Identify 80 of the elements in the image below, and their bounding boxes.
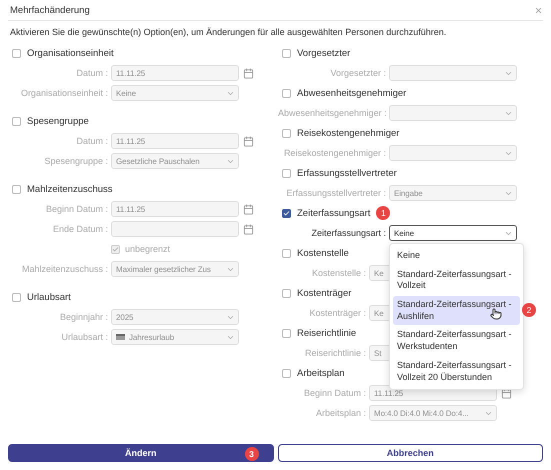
section-title: Vorgesetzter <box>297 48 350 58</box>
calendar-icon[interactable] <box>243 68 254 78</box>
section-title: Reisekostengenehmiger <box>297 128 400 138</box>
step-badge: 1 <box>376 206 390 220</box>
step-badge: 3 <box>244 447 258 461</box>
field-label: Vorgesetzter : <box>329 68 386 78</box>
field-label: Arbeitsplan : <box>314 408 366 418</box>
section-title: Reiserichtlinie <box>297 328 356 338</box>
section-title: Mahlzeitenzuschuss <box>27 184 113 194</box>
checkbox-label: unbegrenzt <box>125 244 170 254</box>
date-field[interactable]: 11.11.25 <box>111 133 239 149</box>
calendar-icon[interactable] <box>243 136 254 146</box>
field-label: Reiserichtlinie : <box>304 348 366 358</box>
submit-button[interactable]: Ändern 3 <box>8 444 274 462</box>
section-title: Kostenstelle <box>297 248 349 258</box>
intro-text: Aktivieren Sie die gewünschte(n) Option(en), um Änderungen für alle ausgewählten Personen durchzuführen. <box>10 27 448 37</box>
close-button[interactable] <box>534 6 543 14</box>
field-label: Beginn Datum : <box>44 204 108 214</box>
select-field[interactable] <box>389 105 517 121</box>
dropdown-option[interactable]: Keine <box>393 247 520 265</box>
checkbox[interactable] <box>282 288 291 298</box>
field-label: Organisationseinheit : <box>20 88 108 98</box>
select-field[interactable]: Keine <box>111 85 239 101</box>
checkbox[interactable] <box>282 328 291 338</box>
checkbox[interactable] <box>282 88 291 98</box>
checkbox[interactable] <box>12 292 21 302</box>
field-label: Beginnjahr : <box>58 312 108 322</box>
section-title: Organisationseinheit <box>27 48 114 58</box>
section-title: Arbeitsplan <box>297 368 345 378</box>
field-label: Zeiterfassungsart : <box>310 228 386 238</box>
checkbox[interactable] <box>282 168 291 178</box>
select-field[interactable]: Mo:4.0 Di:4.0 Mi:4.0 Do:4... <box>369 405 497 421</box>
section-title: Spesengruppe <box>27 116 89 126</box>
field-label: Spesengruppe : <box>43 156 108 166</box>
checkbox[interactable] <box>12 116 21 126</box>
calendar-icon[interactable] <box>501 388 512 398</box>
dialog-title: Mehrfachänderung <box>10 4 90 16</box>
select-field[interactable]: Keine <box>389 225 517 241</box>
section-title: Erfassungsstellvertreter <box>297 168 397 178</box>
select-field[interactable] <box>389 145 517 161</box>
calendar-icon[interactable] <box>243 204 254 214</box>
step-badge: 2 <box>522 303 536 318</box>
checkbox[interactable] <box>282 48 291 58</box>
field-label: Reisekostengenehmiger : <box>282 148 386 158</box>
checkbox[interactable] <box>282 208 291 218</box>
checkbox[interactable] <box>12 48 21 58</box>
dropdown-option[interactable]: Standard-Zeiterfassungsart - Werkstudenten <box>393 326 520 356</box>
select-field[interactable] <box>389 65 517 81</box>
field-label: Kostenträger : <box>308 308 366 318</box>
date-field[interactable]: 11.11.25 <box>111 65 239 81</box>
dropdown-option[interactable]: Standard-Zeiterfassungsart - Vollzeit <box>393 266 520 296</box>
section-title: Abwesenheitsgenehmiger <box>297 88 406 98</box>
select-field[interactable]: Jahresurlaub <box>111 329 239 345</box>
field-label: Ende Datum : <box>52 224 108 234</box>
field-label: Mahlzeitenzuschuss : <box>20 264 108 274</box>
select-field[interactable]: Gesetzliche Pauschalen <box>111 153 239 169</box>
checkbox[interactable] <box>282 368 291 378</box>
field-label: Beginn Datum : <box>302 388 366 398</box>
select-field[interactable]: Maximaler gesetzlicher Zus <box>111 261 239 277</box>
field-label: Erfassungsstellvertreter : <box>285 188 386 198</box>
date-field[interactable] <box>111 221 239 237</box>
hand-pointer-icon <box>490 308 502 320</box>
field-label: Datum : <box>75 68 108 78</box>
checkbox[interactable] <box>282 248 291 258</box>
section-title: Kostenträger <box>297 288 352 298</box>
field-label: Urlaubsart : <box>60 332 108 342</box>
field-label: Datum : <box>75 136 108 146</box>
section-title: Zeiterfassungsart <box>297 208 370 218</box>
select-field[interactable]: Eingabe <box>389 185 517 201</box>
field-label: Kostenstelle : <box>310 268 366 278</box>
dropdown-option[interactable]: Standard-Zeiterfassungsart - Vollzeit 20 Überstunden <box>393 356 520 386</box>
flag-icon <box>116 334 125 340</box>
checkbox[interactable] <box>12 184 21 194</box>
field-label: Abwesenheitsgenehmiger : <box>278 108 386 118</box>
section-title: Urlaubsart <box>27 292 71 302</box>
cancel-button[interactable]: Abbrechen <box>278 444 543 462</box>
select-field[interactable]: 2025 <box>111 309 239 325</box>
calendar-icon[interactable] <box>243 224 254 234</box>
checkbox[interactable] <box>282 128 291 138</box>
date-field[interactable]: 11.11.25 <box>111 201 239 217</box>
